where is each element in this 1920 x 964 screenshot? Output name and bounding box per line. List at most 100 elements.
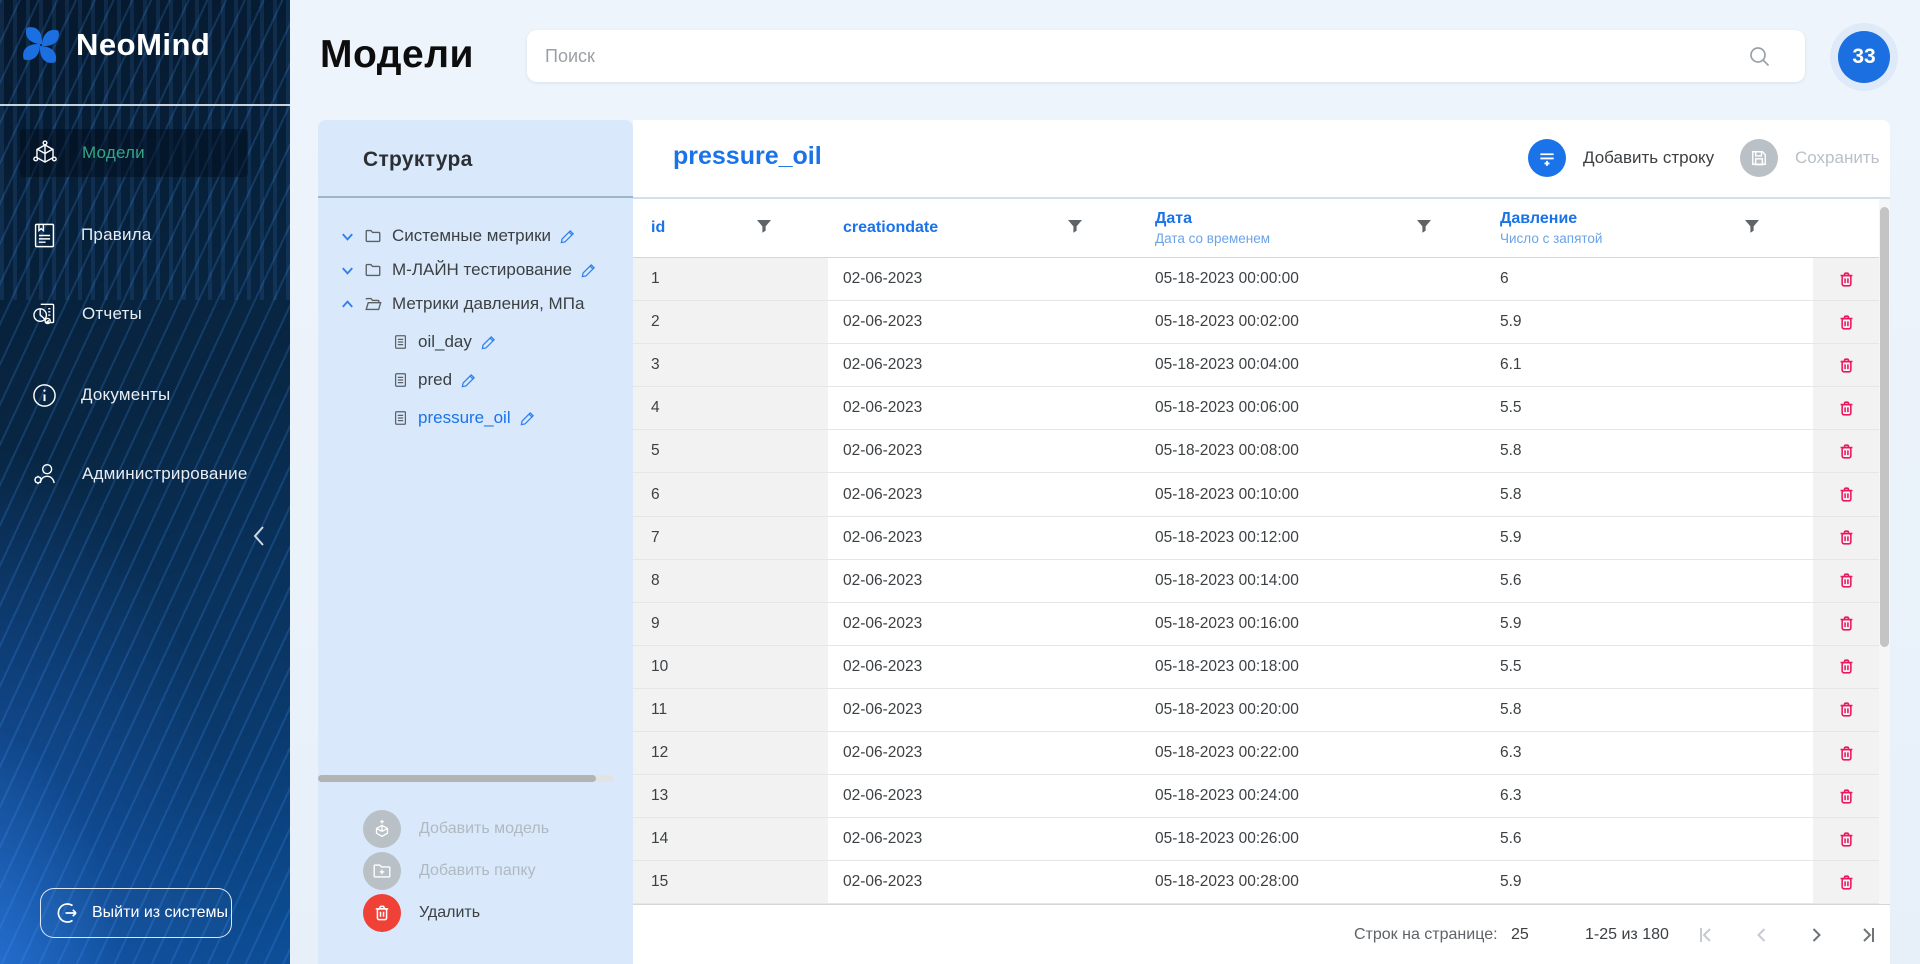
tree-leaf-model[interactable]: oil_day xyxy=(393,332,497,352)
table-title: pressure_oil xyxy=(673,142,822,170)
cell-creationdate: 02-06-2023 xyxy=(843,700,923,718)
table-vertical-scrollbar[interactable] xyxy=(1879,199,1890,924)
cell-pressure: 5.5 xyxy=(1500,399,1522,417)
column-header-date[interactable]: Дата Дата со временем xyxy=(1155,199,1270,257)
delete-row-button[interactable] xyxy=(1813,602,1879,645)
delete-row-button[interactable] xyxy=(1813,516,1879,559)
badge-count: 33 xyxy=(1852,45,1876,68)
tree-item-folder[interactable]: М-ЛАЙН тестирование xyxy=(339,260,597,280)
logout-button[interactable]: Выйти из системы xyxy=(40,888,232,938)
tree-leaf-model[interactable]: pred xyxy=(393,370,477,390)
delete-row-button[interactable] xyxy=(1813,775,1879,818)
cell-pressure: 5.9 xyxy=(1500,614,1522,632)
delete-row-button[interactable] xyxy=(1813,344,1879,387)
add-folder-button[interactable]: Добавить папку xyxy=(363,852,536,890)
save-label: Сохранить xyxy=(1795,148,1880,167)
delete-row-button[interactable] xyxy=(1813,258,1879,301)
sidebar-collapse-icon[interactable] xyxy=(250,522,268,550)
column-header-pressure[interactable]: Давление Число с запятой xyxy=(1500,199,1602,257)
cell-date: 05-18-2023 00:14:00 xyxy=(1155,571,1299,589)
cell-id: 8 xyxy=(633,559,828,602)
cell-id: 7 xyxy=(633,516,828,559)
tree-horizontal-scrollbar[interactable] xyxy=(318,775,614,782)
sidebar-item-documents[interactable]: Документы xyxy=(0,371,290,419)
filter-icon[interactable] xyxy=(1743,218,1761,238)
save-button[interactable]: Сохранить xyxy=(1740,139,1879,177)
delete-row-button[interactable] xyxy=(1813,861,1879,904)
tree-item-folder-expanded[interactable]: Метрики давления, МПа xyxy=(339,294,584,314)
chevron-up-icon[interactable] xyxy=(339,296,356,313)
tree-item-label[interactable]: Системные метрики xyxy=(392,226,551,246)
tree-leaf-model-selected[interactable]: pressure_oil xyxy=(393,408,536,428)
tree-item-label[interactable]: Метрики давления, МПа xyxy=(392,294,584,314)
cell-pressure: 5.9 xyxy=(1500,873,1522,891)
next-page-icon[interactable] xyxy=(1804,923,1828,947)
column-header-creationdate[interactable]: creationdate xyxy=(843,199,938,257)
tree-leaf-label[interactable]: pred xyxy=(418,370,452,390)
last-page-icon[interactable] xyxy=(1856,923,1880,947)
folder-open-icon xyxy=(364,295,382,313)
sidebar-item-label: Администрирование xyxy=(82,464,248,483)
tree-leaf-label[interactable]: pressure_oil xyxy=(418,408,511,428)
filter-icon[interactable] xyxy=(1415,218,1433,238)
column-header-id[interactable]: id xyxy=(651,199,665,257)
add-model-button[interactable]: Добавить модель xyxy=(363,810,549,848)
filter-icon[interactable] xyxy=(755,218,773,238)
table-row: 6 02-06-2023 05-18-2023 00:10:00 5.8 xyxy=(633,473,1879,517)
edit-pencil-icon[interactable] xyxy=(580,262,597,279)
edit-pencil-icon[interactable] xyxy=(480,334,497,351)
chevron-down-icon[interactable] xyxy=(339,228,356,245)
chevron-down-icon[interactable] xyxy=(339,262,356,279)
cell-pressure: 5.8 xyxy=(1500,485,1522,503)
sidebar-item-models[interactable]: Модели xyxy=(20,129,248,177)
add-row-button[interactable]: Добавить строку xyxy=(1528,139,1714,177)
delete-row-button[interactable] xyxy=(1813,645,1879,688)
sidebar-item-reports[interactable]: Отчеты xyxy=(0,290,290,338)
filter-icon[interactable] xyxy=(1066,218,1084,238)
add-row-label: Добавить строку xyxy=(1583,148,1715,167)
delete-row-button[interactable] xyxy=(1813,387,1879,430)
cell-id: 10 xyxy=(633,645,828,688)
delete-row-button[interactable] xyxy=(1813,818,1879,861)
cell-creationdate: 02-06-2023 xyxy=(843,313,923,331)
cell-id: 12 xyxy=(633,732,828,775)
tree-item-folder[interactable]: Системные метрики xyxy=(339,226,576,246)
delete-row-button[interactable] xyxy=(1813,301,1879,344)
column-name: Давление xyxy=(1500,210,1578,227)
search-icon[interactable] xyxy=(1747,44,1773,70)
edit-pencil-icon[interactable] xyxy=(519,410,536,427)
delete-row-button[interactable] xyxy=(1813,688,1879,732)
logout-icon xyxy=(55,900,81,926)
notification-badge[interactable]: 33 xyxy=(1838,31,1890,83)
delete-row-button[interactable] xyxy=(1813,430,1879,473)
edit-pencil-icon[interactable] xyxy=(460,372,477,389)
cell-id: 3 xyxy=(633,344,828,387)
cell-pressure: 6 xyxy=(1500,270,1509,288)
table-row: 11 02-06-2023 05-18-2023 00:20:00 5.8 xyxy=(633,688,1879,733)
delete-row-button[interactable] xyxy=(1813,732,1879,775)
edit-pencil-icon[interactable] xyxy=(559,228,576,245)
tree-horizontal-scrollbar-thumb[interactable] xyxy=(318,775,596,782)
tree-leaf-label[interactable]: oil_day xyxy=(418,332,472,352)
first-page-icon[interactable] xyxy=(1694,923,1718,947)
delete-row-button[interactable] xyxy=(1813,559,1879,602)
cell-id: 6 xyxy=(633,473,828,516)
table-row: 9 02-06-2023 05-18-2023 00:16:00 5.9 xyxy=(633,602,1879,646)
column-subtitle: Дата со временем xyxy=(1155,231,1271,246)
structure-divider xyxy=(318,196,633,198)
rows-per-page-value[interactable]: 25 xyxy=(1511,905,1529,964)
sidebar-item-administration[interactable]: Администрирование xyxy=(0,450,290,498)
previous-page-icon[interactable] xyxy=(1750,923,1774,947)
table-vertical-scrollbar-thumb[interactable] xyxy=(1880,207,1889,647)
sidebar-item-rules[interactable]: Правила xyxy=(0,211,290,259)
tree-item-label[interactable]: М-ЛАЙН тестирование xyxy=(392,260,572,280)
add-model-cube-icon xyxy=(363,810,401,848)
table-row: 12 02-06-2023 05-18-2023 00:22:00 6.3 xyxy=(633,732,1879,776)
page-title: Модели xyxy=(320,33,474,76)
cell-date: 05-18-2023 00:08:00 xyxy=(1155,442,1299,460)
folder-icon xyxy=(364,261,382,279)
search-input[interactable] xyxy=(527,45,1805,67)
delete-button[interactable]: Удалить xyxy=(363,894,480,932)
delete-row-button[interactable] xyxy=(1813,473,1879,516)
table-row: 8 02-06-2023 05-18-2023 00:14:00 5.6 xyxy=(633,559,1879,603)
